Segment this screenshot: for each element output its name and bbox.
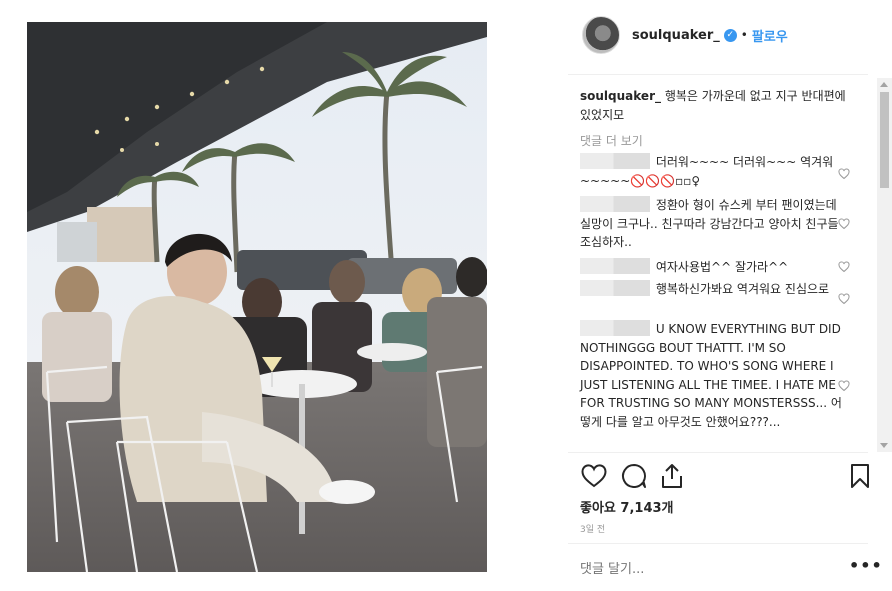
avatar[interactable] [582, 16, 620, 54]
share-icon[interactable] [658, 462, 686, 490]
actions-divider [568, 452, 868, 453]
cafe-photo-image [27, 22, 487, 572]
heart-icon[interactable] [580, 462, 608, 490]
post-photo[interactable] [27, 22, 487, 572]
scrollbar-thumb[interactable] [880, 92, 889, 188]
list-item: U KNOW EVERYTHING BUT DID NOTHINGGG BOUT… [580, 320, 848, 431]
list-item: 더러워~~~~ 더러워~~~ 역겨워~~~~~🚫🚫🚫▫▫♀ [580, 153, 848, 190]
more-options-button[interactable]: ••• [849, 556, 883, 575]
action-bar [580, 462, 872, 490]
likes-number: 7,143개 [620, 501, 674, 516]
add-comment-input[interactable] [580, 562, 780, 577]
composer-divider [568, 543, 868, 544]
scroll-up-arrow-icon[interactable] [880, 82, 888, 87]
follow-button[interactable]: 팔로우 [752, 26, 788, 45]
blurred-username [580, 280, 650, 296]
likes-count[interactable]: 좋아요 7,143개 [580, 497, 674, 516]
list-item: 정환아 형이 슈스케 부터 팬이였는데 실망이 크구나.. 친구따라 강남간다고… [580, 196, 848, 252]
blurred-username [580, 320, 650, 336]
list-item: 행복하신가봐요 역겨워요 진심으로 [580, 280, 848, 299]
heart-icon[interactable] [838, 261, 850, 273]
post-timestamp[interactable]: 3일 전 [580, 522, 605, 535]
separator-dot: • [740, 28, 748, 42]
bookmark-icon[interactable] [846, 462, 874, 490]
heart-icon[interactable] [838, 218, 850, 230]
comment-text: 여자사용법^^ 잘가라^^ [655, 260, 789, 274]
view-more-comments-link[interactable]: 댓글 더 보기 [580, 132, 643, 149]
verified-badge-icon: ✓ [723, 28, 737, 42]
post-header: soulquaker_ ✓ • 팔로우 [568, 12, 868, 58]
scroll-down-arrow-icon[interactable] [880, 443, 888, 448]
blurred-username [580, 196, 650, 212]
comments-scrollbar[interactable] [877, 78, 892, 452]
comment-bubble-icon[interactable] [620, 462, 648, 490]
caption-username[interactable]: soulquaker_ [580, 89, 661, 103]
blurred-username [580, 153, 650, 169]
post-side-panel: soulquaker_ ✓ • 팔로우 soulquaker_ 행복은 가까운데… [568, 0, 892, 591]
heart-icon[interactable] [838, 293, 850, 305]
list-item: 여자사용법^^ 잘가라^^ [580, 258, 848, 277]
comment-text: U KNOW EVERYTHING BUT DID NOTHINGGG BOUT… [580, 322, 842, 429]
heart-icon[interactable] [838, 168, 850, 180]
header-divider [568, 74, 868, 75]
comments-list[interactable]: soulquaker_ 행복은 가까운데 없고 지구 반대편에 있었지모 댓글 … [568, 78, 878, 450]
username-link[interactable]: soulquaker_ [632, 28, 720, 43]
likes-label: 좋아요 [580, 501, 616, 516]
blurred-username [580, 258, 650, 274]
caption: soulquaker_ 행복은 가까운데 없고 지구 반대편에 있었지모 [580, 87, 848, 124]
heart-icon[interactable] [838, 380, 850, 392]
comment-text: 행복하신가봐요 역겨워요 진심으로 [655, 282, 830, 296]
